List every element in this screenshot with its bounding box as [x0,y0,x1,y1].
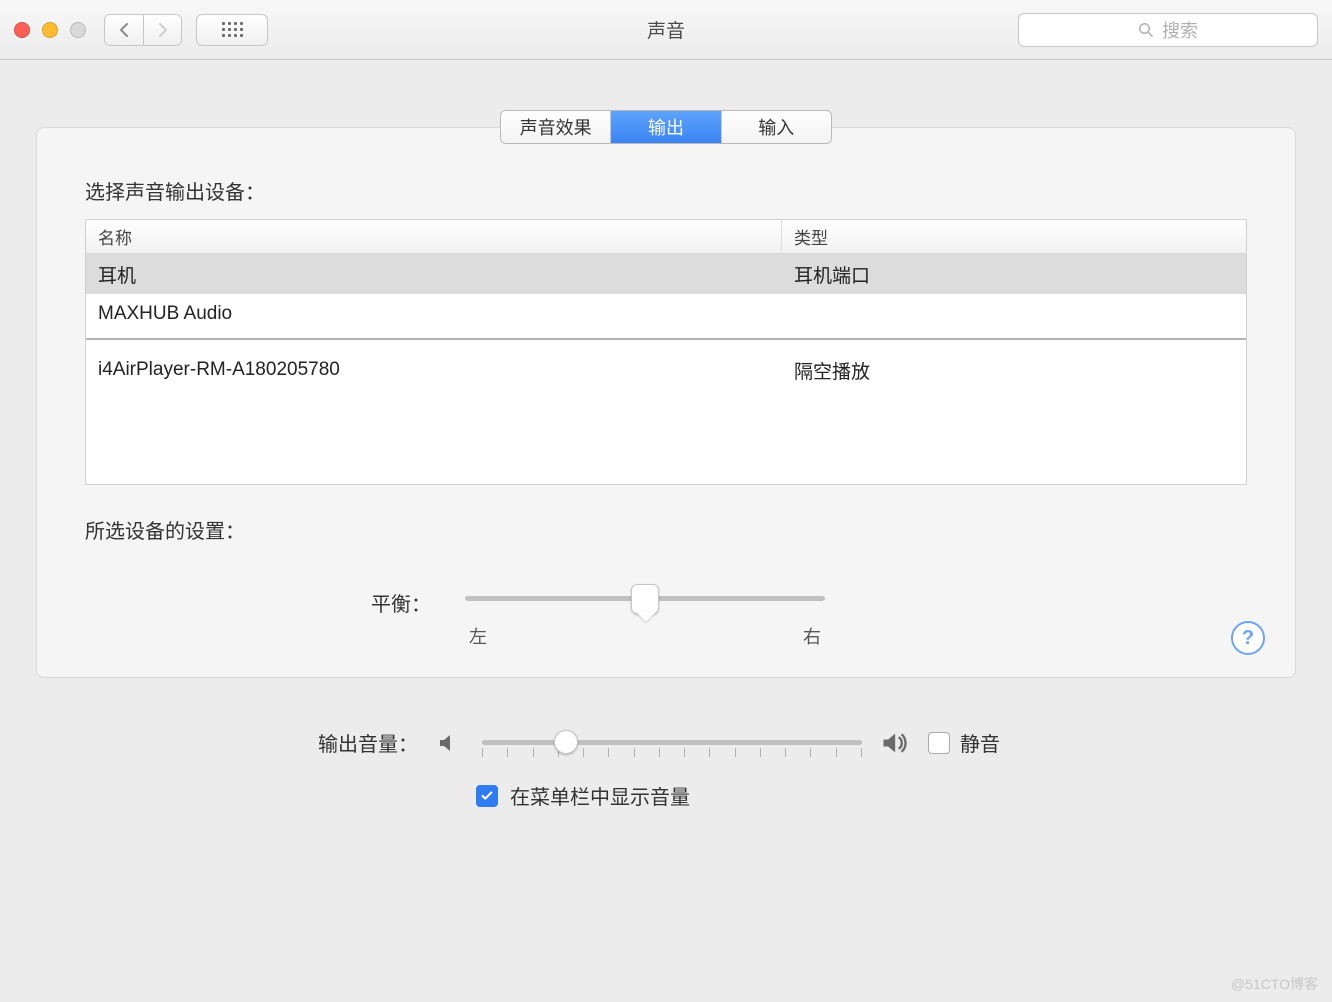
tab-output[interactable]: 输出 [610,111,720,143]
check-icon [480,789,494,803]
watermark: @51CTO博客 [1231,974,1318,994]
column-type-header[interactable]: 类型 [782,224,1246,249]
column-name-header[interactable]: 名称 [86,220,782,253]
minimize-window-button[interactable] [42,22,58,38]
device-type: 耳机端口 [782,261,1246,288]
show-all-prefs-button[interactable] [196,14,268,46]
device-row[interactable]: 耳机 耳机端口 [86,254,1246,294]
device-type: 隔空播放 [782,357,1246,384]
device-name: 耳机 [86,261,782,288]
show-in-menubar-checkbox[interactable] [476,785,498,807]
show-in-menubar-label: 在菜单栏中显示音量 [510,781,690,810]
main-content: 声音效果 输出 输入 选择声音输出设备： 名称 类型 耳机 耳机端口 MAXHU… [0,60,1332,698]
volume-ticks [482,748,862,757]
window-controls [14,22,86,38]
volume-high-icon [880,729,908,757]
output-panel: 选择声音输出设备： 名称 类型 耳机 耳机端口 MAXHUB Audio i4A… [36,127,1296,678]
nav-buttons [104,14,182,46]
tab-bar: 声音效果 输出 输入 [500,110,832,144]
forward-button[interactable] [143,15,181,45]
search-icon [1138,22,1154,38]
balance-thumb[interactable] [631,584,659,614]
bottom-area: 输出音量： 静音 在菜单栏中显示音量 [0,698,1332,810]
volume-slider[interactable] [482,740,862,745]
titlebar: 声音 搜索 [0,0,1332,60]
mute-label: 静音 [960,728,1000,757]
device-row[interactable]: i4AirPlayer-RM-A180205780 隔空播放 [86,350,1246,390]
volume-low-icon [436,729,464,757]
device-settings-label: 所选设备的设置： [85,515,1247,544]
device-separator [86,338,1246,340]
mute-checkbox-row: 静音 [928,728,1000,757]
balance-row: 平衡： 左 右 [85,584,1247,649]
tab-sound-effects[interactable]: 声音效果 [501,111,610,143]
search-input[interactable]: 搜索 [1018,13,1318,47]
balance-label: 平衡： [85,584,465,617]
volume-thumb[interactable] [554,730,578,754]
balance-right-label: 右 [803,623,821,649]
grid-icon [222,22,243,37]
device-name: i4AirPlayer-RM-A180205780 [86,359,782,381]
zoom-window-button[interactable] [70,22,86,38]
search-placeholder: 搜索 [1162,17,1198,43]
mute-checkbox[interactable] [928,732,950,754]
device-table-body: 耳机 耳机端口 MAXHUB Audio i4AirPlayer-RM-A180… [86,254,1246,390]
tab-input[interactable]: 输入 [721,111,831,143]
volume-track [482,740,862,745]
volume-label: 输出音量： [36,728,436,757]
select-device-label: 选择声音输出设备： [85,176,1247,205]
device-table-header: 名称 类型 [86,220,1246,254]
back-button[interactable] [105,15,143,45]
balance-slider[interactable]: 左 右 [465,584,825,649]
help-button[interactable]: ? [1231,621,1265,655]
device-row[interactable]: MAXHUB Audio [86,294,1246,334]
balance-endpoints: 左 右 [465,623,825,649]
balance-track [465,596,825,601]
menubar-volume-row: 在菜单栏中显示音量 [36,781,1296,810]
device-name: MAXHUB Audio [86,303,782,325]
close-window-button[interactable] [14,22,30,38]
device-table: 名称 类型 耳机 耳机端口 MAXHUB Audio i4AirPlayer-R… [85,219,1247,485]
balance-left-label: 左 [469,623,487,649]
volume-row: 输出音量： 静音 [36,728,1296,757]
